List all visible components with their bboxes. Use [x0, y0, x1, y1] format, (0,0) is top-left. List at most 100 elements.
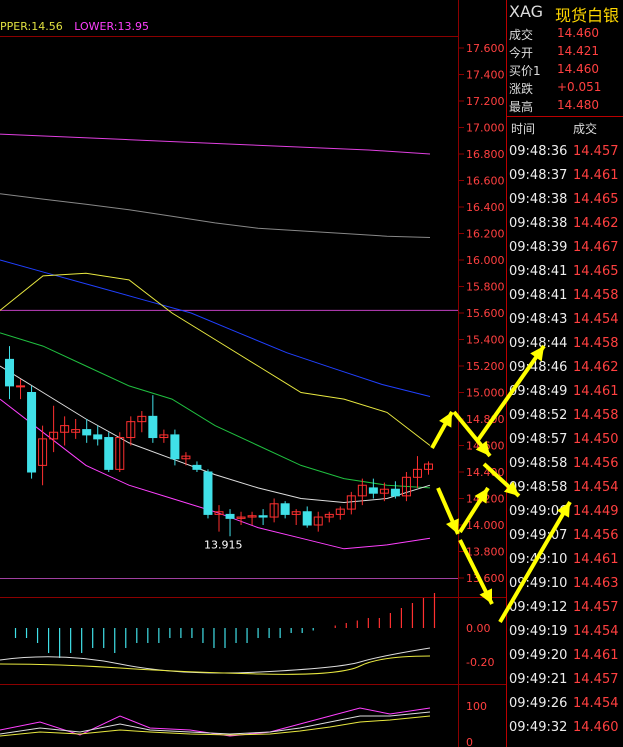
quote-row: 最高 14.480	[507, 98, 623, 115]
trade-time: 09:48:58	[509, 480, 568, 495]
kdj-k-line	[0, 711, 431, 735]
quote-value: +0.051	[557, 80, 602, 94]
trade-price: 14.458	[573, 336, 619, 351]
trade-row[interactable]: 09:48:36 14.457	[507, 140, 623, 164]
quote-key: 成交	[509, 28, 534, 42]
trade-price: 14.454	[573, 480, 619, 495]
quote-key: 今开	[509, 46, 534, 60]
candle-body	[82, 429, 92, 436]
trade-time: 09:49:12	[509, 600, 568, 615]
quote-panel: XAG 现货白银 成交 14.460 今开 14.421 买价1 14.460 涨跌 +0.0…	[506, 0, 623, 747]
candle-body	[368, 487, 378, 494]
y-tick-label: 14.400	[466, 466, 505, 479]
trade-time: 09:48:36	[509, 144, 568, 159]
kdj-tick-label: 100	[466, 700, 487, 713]
candle-body	[16, 385, 26, 388]
trade-price: 14.457	[573, 600, 619, 615]
ma-line-green	[0, 332, 431, 489]
panel-header: XAG 现货白银	[507, 0, 623, 26]
trade-row[interactable]: 09:49:19 14.454	[507, 620, 623, 644]
trade-row[interactable]: 09:48:37 14.461	[507, 164, 623, 188]
trade-time: 09:48:58	[509, 456, 568, 471]
trade-price: 14.462	[573, 360, 619, 375]
candle-body	[258, 515, 268, 518]
ma-line-gray	[0, 193, 431, 238]
quote-row: 涨跌 +0.051	[507, 80, 623, 97]
candle-body	[5, 358, 15, 387]
trade-time: 09:48:43	[509, 312, 568, 327]
trade-time: 09:49:19	[509, 624, 568, 639]
trade-time: 09:48:37	[509, 168, 568, 183]
y-tick-label: 14.800	[466, 413, 505, 426]
trade-row[interactable]: 09:48:49 14.461	[507, 380, 623, 404]
trade-row[interactable]: 09:49:12 14.457	[507, 596, 623, 620]
trade-price: 14.456	[573, 456, 619, 471]
trade-price: 14.457	[573, 144, 619, 159]
quote-row: 成交 14.460	[507, 26, 623, 43]
y-tick-label: 17.200	[466, 95, 505, 108]
legend-upper: PPER:14.56	[0, 20, 63, 33]
trade-time: 09:48:38	[509, 216, 568, 231]
trade-row[interactable]: 09:49:10 14.461	[507, 548, 623, 572]
trade-row[interactable]: 09:48:38 14.462	[507, 212, 623, 236]
trade-time: 09:48:41	[509, 264, 568, 279]
trade-price: 14.461	[573, 552, 619, 567]
y-tick-label: 13.800	[466, 546, 505, 559]
trade-row[interactable]: 09:49:20 14.461	[507, 644, 623, 668]
trade-time: 09:48:57	[509, 432, 568, 447]
trade-row[interactable]: 09:48:39 14.467	[507, 236, 623, 260]
candle-body	[27, 392, 37, 473]
price-chart[interactable]: 17.600 17.400 17.200 17.000 16.800 16.600 16.4…	[0, 0, 506, 747]
trade-row[interactable]: 09:48:44 14.458	[507, 332, 623, 356]
trade-row[interactable]: 09:48:52 14.458	[507, 404, 623, 428]
y-tick-label: 17.400	[466, 69, 505, 82]
low-price-label: 13.915	[204, 538, 243, 551]
trade-row[interactable]: 09:48:58 14.454	[507, 476, 623, 500]
trade-price: 14.465	[573, 264, 619, 279]
legend-lower: LOWER:13.95	[74, 20, 149, 33]
trade-row[interactable]: 09:48:46 14.462	[507, 356, 623, 380]
y-tick-label: 17.000	[466, 122, 505, 135]
y-tick-label: 15.800	[466, 281, 505, 294]
trade-row[interactable]: 09:48:43 14.454	[507, 308, 623, 332]
trade-price: 14.458	[573, 408, 619, 423]
trade-price: 14.450	[573, 432, 619, 447]
trade-time: 09:48:39	[509, 240, 568, 255]
y-tick-label: 16.200	[466, 228, 505, 241]
trade-row[interactable]: 09:49:26 14.454	[507, 692, 623, 716]
kdj-tick-label: 0	[466, 736, 473, 747]
trade-row[interactable]: 09:49:21 14.457	[507, 668, 623, 692]
y-tick-label: 15.600	[466, 307, 505, 320]
trade-row[interactable]: 09:49:32 14.460	[507, 716, 623, 740]
trade-time: 09:48:49	[509, 384, 568, 399]
macd-tick-label: -0.20	[466, 656, 494, 669]
boll-legend: PPER:14.56 LOWER:13.95	[0, 20, 149, 33]
candle-body	[280, 503, 290, 515]
candle-body	[148, 415, 158, 439]
trade-row[interactable]: 09:49:10 14.463	[507, 572, 623, 596]
trade-time: 09:49:21	[509, 672, 568, 687]
trade-row[interactable]: 09:48:58 14.456	[507, 452, 623, 476]
trade-price: 14.461	[573, 384, 619, 399]
quote-value: 14.460	[557, 62, 599, 76]
trade-time: 09:48:38	[509, 192, 568, 207]
trade-row[interactable]: 09:49:07 14.456	[507, 524, 623, 548]
trade-row[interactable]: 09:48:41 14.465	[507, 260, 623, 284]
symbol-name: 现货白银	[555, 6, 620, 25]
header-time: 时间	[511, 122, 536, 136]
trade-row[interactable]: 09:48:57 14.450	[507, 428, 623, 452]
trade-price: 14.458	[573, 288, 619, 303]
trade-row[interactable]: 09:48:41 14.458	[507, 284, 623, 308]
trade-row[interactable]: 09:49:06 14.449	[507, 500, 623, 524]
trade-time: 09:49:10	[509, 576, 568, 591]
trade-time: 09:49:10	[509, 552, 568, 567]
trade-row[interactable]: 09:48:38 14.465	[507, 188, 623, 212]
y-tick-label: 14.000	[466, 519, 505, 532]
candle-body	[225, 513, 235, 519]
y-tick-label: 14.200	[466, 493, 505, 506]
trade-price: 14.454	[573, 696, 619, 711]
y-tick-label: 16.800	[466, 148, 505, 161]
trade-time: 09:48:46	[509, 360, 568, 375]
candle-body	[93, 434, 103, 440]
trade-price: 14.454	[573, 312, 619, 327]
